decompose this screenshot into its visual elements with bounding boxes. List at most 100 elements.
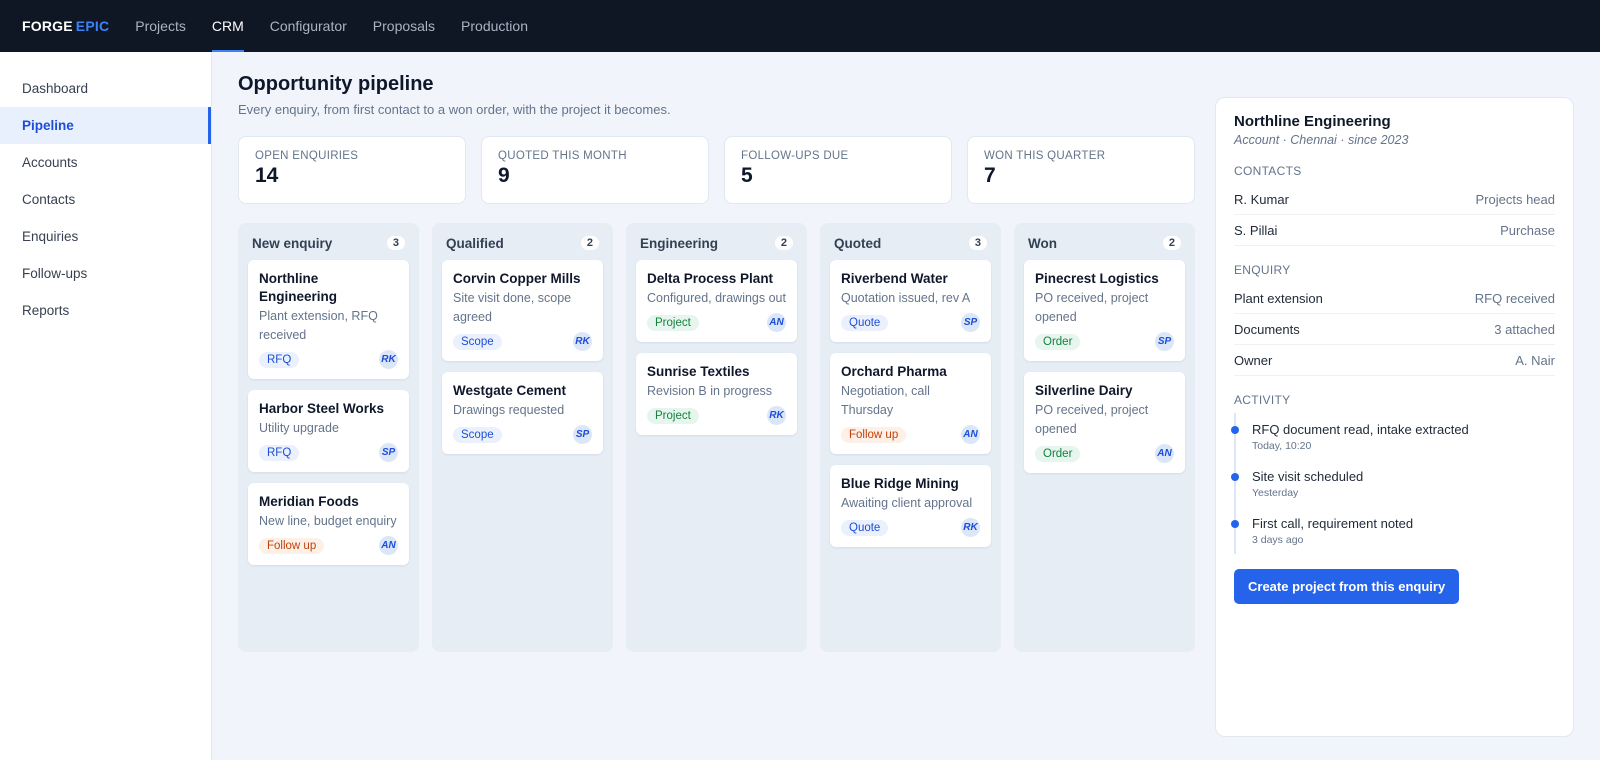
sidebar-item-dashboard[interactable]: Dashboard	[0, 70, 211, 107]
card-description: Configured, drawings out	[647, 291, 786, 305]
account-name: Northline Engineering	[1234, 113, 1391, 130]
column-count-badge: 3	[386, 236, 405, 250]
create-project-button[interactable]: Create project from this enquiry	[1234, 569, 1460, 604]
owner-avatar: AN	[767, 313, 786, 332]
card-footer: RFQ RK	[259, 350, 398, 369]
column-header: Won 2	[1024, 233, 1185, 253]
stat-value: 9	[498, 164, 510, 187]
column-title: Quoted	[834, 235, 882, 251]
card-title: Pinecrest Logistics	[1035, 271, 1159, 286]
tab-production[interactable]: Production	[461, 0, 528, 52]
tab-projects[interactable]: Projects	[135, 0, 186, 52]
brand-accent: EPIC	[75, 18, 110, 34]
stat-value: 7	[984, 164, 996, 187]
column-title: New enquiry	[252, 235, 333, 251]
enquiry-row: Documents 3 attached	[1234, 314, 1555, 345]
pipeline-board: New enquiry 3 Northline Engineering Plant e…	[238, 223, 1195, 652]
tab-proposals[interactable]: Proposals	[373, 0, 435, 52]
opportunity-card[interactable]: Meridian Foods New line, budget enquiry Fo…	[248, 483, 409, 565]
opportunity-card[interactable]: Harbor Steel Works Utility upgrade RFQ SP	[248, 390, 409, 472]
activity-time: Today, 10:20	[1252, 440, 1312, 452]
tab-configurator[interactable]: Configurator	[270, 0, 347, 52]
sidebar-item-pipeline[interactable]: Pipeline	[0, 107, 211, 144]
page-subtitle: Every enquiry, from first contact to a w…	[238, 102, 671, 117]
owner-avatar: AN	[961, 425, 980, 444]
opportunity-card[interactable]: Westgate Cement Drawings requested Scope SP	[442, 372, 603, 454]
pipeline-column: Engineering 2 Delta Process Plant Configure…	[626, 223, 807, 652]
stat-card-quoted-this-month: Quoted this month 9	[481, 136, 709, 204]
stats-row: Open enquiries 14 Quoted this month 9 Fo…	[238, 136, 1195, 204]
activity-text: RFQ document read, intake extracted	[1252, 422, 1469, 437]
card-footer: Scope RK	[453, 332, 592, 351]
owner-avatar: RK	[767, 406, 786, 425]
account-detail-panel: Northline Engineering Account · Chennai …	[1215, 97, 1574, 737]
opportunity-card[interactable]: Pinecrest Logistics PO received, project …	[1024, 260, 1185, 361]
status-tag: RFQ	[259, 444, 300, 461]
stat-card-open-enquiries: Open enquiries 14	[238, 136, 466, 204]
status-tag: Project	[647, 314, 699, 331]
card-footer: Project AN	[647, 313, 786, 332]
activity-item: Site visit scheduled Yesterday	[1231, 460, 1555, 507]
owner-avatar: AN	[1155, 444, 1174, 463]
pipeline-column: Won 2 Pinecrest Logistics PO received, proj…	[1014, 223, 1195, 652]
column-count-badge: 2	[580, 236, 599, 250]
brand-name: FORGE	[22, 18, 73, 34]
opportunity-card[interactable]: Riverbend Water Quotation issued, rev A Qu…	[830, 260, 991, 342]
card-title: Silverline Dairy	[1035, 383, 1133, 398]
card-title: Blue Ridge Mining	[841, 476, 959, 491]
activity-item: RFQ document read, intake extracted Toda…	[1231, 413, 1555, 460]
top-nav: Projects CRM Configurator Proposals Prod…	[135, 0, 554, 52]
opportunity-card[interactable]: Northline Engineering Plant extension, RF…	[248, 260, 409, 379]
card-description: Site visit done, scope agreed	[453, 291, 572, 324]
sidebar-item-accounts[interactable]: Accounts	[0, 144, 211, 181]
activity-item: First call, requirement noted 3 days ago	[1231, 507, 1555, 554]
contact-name: R. Kumar	[1234, 191, 1289, 207]
card-title: Northline Engineering	[259, 271, 338, 304]
opportunity-card[interactable]: Blue Ridge Mining Awaiting client approva…	[830, 465, 991, 547]
opportunity-card[interactable]: Delta Process Plant Configured, drawings …	[636, 260, 797, 342]
column-title: Qualified	[446, 235, 504, 251]
card-footer: Order SP	[1035, 332, 1174, 351]
sidebar-item-enquiries[interactable]: Enquiries	[0, 218, 211, 255]
stat-card-won-this-quarter: Won this quarter 7	[967, 136, 1195, 204]
card-title: Riverbend Water	[841, 271, 948, 286]
card-footer: Scope SP	[453, 425, 592, 444]
activity-text: Site visit scheduled	[1252, 469, 1364, 484]
activity-time: Yesterday	[1252, 487, 1299, 499]
contact-role: Projects head	[1475, 191, 1556, 207]
card-title: Westgate Cement	[453, 383, 567, 398]
owner-avatar: SP	[573, 425, 592, 444]
owner-avatar: RK	[379, 350, 398, 369]
sidebar-item-reports[interactable]: Reports	[0, 292, 211, 329]
status-tag: Scope	[453, 426, 502, 443]
enquiry-row: Owner A. Nair	[1234, 345, 1555, 376]
contact-row[interactable]: R. Kumar Projects head	[1234, 184, 1555, 215]
column-count-badge: 2	[1162, 236, 1181, 250]
opportunity-card[interactable]: Sunrise Textiles Revision B in progress Pr…	[636, 353, 797, 435]
enquiry-key: Documents	[1234, 321, 1300, 337]
stat-label: Open enquiries	[255, 150, 359, 162]
status-tag: RFQ	[259, 351, 300, 368]
card-footer: Follow up AN	[259, 536, 398, 555]
sidebar-item-contacts[interactable]: Contacts	[0, 181, 211, 218]
stat-label: Quoted this month	[498, 150, 627, 162]
status-tag: Order	[1035, 333, 1081, 350]
enquiry-value: A. Nair	[1515, 352, 1555, 368]
card-footer: Project RK	[647, 406, 786, 425]
stat-value: 14	[255, 164, 279, 187]
stat-value: 5	[741, 164, 753, 187]
opportunity-card[interactable]: Corvin Copper Mills Site visit done, scop…	[442, 260, 603, 361]
main-content: Opportunity pipeline Every enquiry, from…	[238, 52, 1195, 760]
sidebar-item-follow-ups[interactable]: Follow-ups	[0, 255, 211, 292]
card-description: Utility upgrade	[259, 421, 339, 435]
contact-row[interactable]: S. Pillai Purchase	[1234, 215, 1555, 246]
pipeline-column: Qualified 2 Corvin Copper Mills Site visit …	[432, 223, 613, 652]
column-title: Won	[1028, 235, 1057, 251]
opportunity-card[interactable]: Silverline Dairy PO received, project ope…	[1024, 372, 1185, 473]
brand-logo[interactable]: FORGE EPIC	[22, 18, 109, 34]
contact-name: S. Pillai	[1234, 222, 1278, 238]
opportunity-card[interactable]: Orchard Pharma Negotiation, call Thursday…	[830, 353, 991, 454]
sidebar: Dashboard Pipeline Accounts Contacts Enq…	[0, 52, 212, 760]
tab-crm[interactable]: CRM	[211, 0, 244, 52]
activity-heading: Activity	[1234, 393, 1291, 407]
